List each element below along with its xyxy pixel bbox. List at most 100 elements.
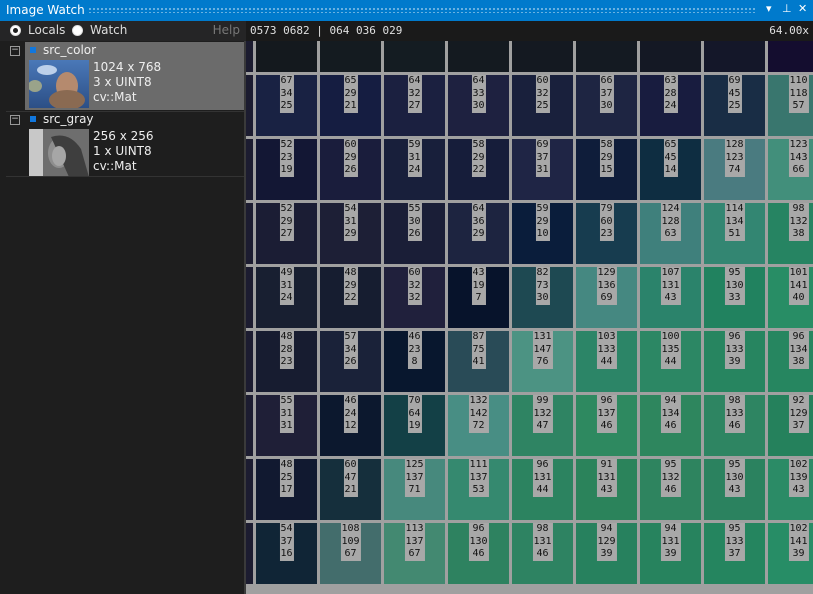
pixel-cell[interactable]: 96 130 46 [448, 523, 509, 584]
pixel-cell[interactable]: 46 24 12 [320, 395, 381, 456]
pixel-cell[interactable]: 63 28 24 [640, 75, 701, 136]
pixel-cell[interactable]: 3025 [256, 41, 317, 72]
pixel-cell[interactable]: 94 131 39 [640, 523, 701, 584]
pixel-cell[interactable]: 110 118 57 [768, 75, 813, 136]
close-icon[interactable]: ✕ [798, 2, 807, 15]
pixel-cell[interactable]: 98 133 46 [704, 395, 765, 456]
pixel-cell[interactable]: 82 73 30 [512, 267, 573, 328]
collapse-icon[interactable]: − [10, 115, 20, 125]
pixel-cell[interactable]: 3426 [576, 41, 637, 72]
pixel-cell[interactable] [246, 331, 253, 392]
pixel-cell[interactable]: 55 30 26 [384, 203, 445, 264]
pixel-cell[interactable]: 3624 [640, 41, 701, 72]
pixel-cell[interactable]: 96 133 39 [704, 331, 765, 392]
pixel-cell[interactable] [246, 523, 253, 584]
pixel-cell[interactable]: 64 33 30 [448, 75, 509, 136]
pixel-cell[interactable]: 95 132 46 [640, 459, 701, 520]
pixel-cell[interactable]: 60 32 32 [384, 267, 445, 328]
pixel-cell[interactable]: 98 131 46 [512, 523, 573, 584]
pixel-cell[interactable]: 59 31 24 [384, 139, 445, 200]
pixel-cell[interactable]: 96 131 44 [512, 459, 573, 520]
pixel-cell[interactable]: 125 137 71 [384, 459, 445, 520]
image-thumbnail[interactable] [29, 60, 89, 108]
pixel-cell[interactable]: 96 137 46 [576, 395, 637, 456]
pixel-cell[interactable]: 3428 [384, 41, 445, 72]
pixel-cell[interactable]: 60 47 21 [320, 459, 381, 520]
pixel-cell[interactable]: 48 28 23 [256, 331, 317, 392]
pixel-cell[interactable]: 113 137 67 [384, 523, 445, 584]
pixel-cell[interactable] [246, 139, 253, 200]
pixel-cell[interactable]: 124 128 63 [640, 203, 701, 264]
pixel-cell[interactable]: 100 135 44 [640, 331, 701, 392]
pixel-cell[interactable]: 67 34 25 [256, 75, 317, 136]
help-link[interactable]: Help [213, 23, 240, 37]
pixel-cell[interactable]: 131 147 76 [512, 331, 573, 392]
pixel-cell[interactable]: 66 37 30 [576, 75, 637, 136]
pixel-cell[interactable]: 55 31 31 [256, 395, 317, 456]
pixel-cell[interactable]: 123 143 66 [768, 139, 813, 200]
watch-label[interactable]: Watch [90, 23, 127, 37]
pixel-cell[interactable]: 128 123 74 [704, 139, 765, 200]
pixel-cell[interactable]: 49 31 24 [256, 267, 317, 328]
variable-item-src-gray[interactable]: − src_gray 256 x 256 1 x UINT8 cv::Mat [0, 111, 246, 179]
pixel-cell[interactable]: 95 130 43 [704, 459, 765, 520]
pixel-cell[interactable]: 60 32 25 [512, 75, 573, 136]
watch-radio[interactable] [72, 25, 83, 36]
pixel-cell[interactable]: 111 137 53 [448, 459, 509, 520]
pixel-cell[interactable]: 4713 [768, 41, 813, 72]
pixel-cell[interactable]: 48 29 22 [320, 267, 381, 328]
pixel-cell[interactable]: 58 29 22 [448, 139, 509, 200]
pixel-cell[interactable]: 91 131 43 [576, 459, 637, 520]
pixel-cell[interactable]: 54 37 16 [256, 523, 317, 584]
pixel-cell[interactable]: 52 29 27 [256, 203, 317, 264]
pixel-cell[interactable]: 48 25 17 [256, 459, 317, 520]
pixel-cell[interactable]: 46 23 8 [384, 331, 445, 392]
pixel-grid[interactable]: 302532273428322633253426362441234713 6734… [246, 41, 813, 594]
collapse-icon[interactable]: − [10, 46, 20, 56]
pixel-cell[interactable]: 58 29 15 [576, 139, 637, 200]
pixel-cell[interactable]: 114 134 51 [704, 203, 765, 264]
pixel-cell[interactable]: 87 75 41 [448, 331, 509, 392]
locals-radio[interactable] [10, 25, 21, 36]
pixel-cell[interactable] [246, 75, 253, 136]
pixel-cell[interactable]: 64 32 27 [384, 75, 445, 136]
pixel-cell[interactable] [246, 203, 253, 264]
pixel-cell[interactable] [246, 41, 253, 72]
pixel-cell[interactable]: 94 129 39 [576, 523, 637, 584]
pixel-cell[interactable]: 65 45 14 [640, 139, 701, 200]
pixel-cell[interactable]: 3226 [448, 41, 509, 72]
pixel-cell[interactable]: 107 131 43 [640, 267, 701, 328]
pixel-cell[interactable]: 79 60 23 [576, 203, 637, 264]
pixel-cell[interactable]: 99 132 47 [512, 395, 573, 456]
pixel-cell[interactable]: 64 36 29 [448, 203, 509, 264]
pixel-cell[interactable] [246, 267, 253, 328]
pixel-cell[interactable]: 4123 [704, 41, 765, 72]
pin-icon[interactable]: ⊥ [782, 2, 792, 15]
pixel-cell[interactable]: 54 31 29 [320, 203, 381, 264]
pixel-cell[interactable] [246, 395, 253, 456]
pixel-cell[interactable]: 132 142 72 [448, 395, 509, 456]
variable-item-src-color[interactable]: − src_color 1024 x 768 3 x UINT8 cv::Mat [0, 42, 246, 110]
pixel-cell[interactable]: 129 136 69 [576, 267, 637, 328]
pixel-cell[interactable]: 60 29 26 [320, 139, 381, 200]
pixel-cell[interactable]: 102 139 43 [768, 459, 813, 520]
pixel-cell[interactable]: 102 141 39 [768, 523, 813, 584]
pixel-cell[interactable]: 3325 [512, 41, 573, 72]
pixel-cell[interactable]: 59 29 10 [512, 203, 573, 264]
pixel-cell[interactable]: 94 134 46 [640, 395, 701, 456]
pixel-cell[interactable]: 98 132 38 [768, 203, 813, 264]
pixel-cell[interactable]: 69 45 25 [704, 75, 765, 136]
pixel-cell[interactable]: 57 34 26 [320, 331, 381, 392]
pixel-cell[interactable]: 65 29 21 [320, 75, 381, 136]
pixel-cell[interactable]: 95 130 33 [704, 267, 765, 328]
image-thumbnail[interactable] [29, 129, 89, 177]
pixel-cell[interactable]: 92 129 37 [768, 395, 813, 456]
pixel-cell[interactable]: 95 133 37 [704, 523, 765, 584]
pixel-cell[interactable]: 103 133 44 [576, 331, 637, 392]
locals-label[interactable]: Locals [28, 23, 65, 37]
pixel-cell[interactable]: 3227 [320, 41, 381, 72]
pixel-cell[interactable]: 43 19 7 [448, 267, 509, 328]
pixel-cell[interactable]: 70 64 19 [384, 395, 445, 456]
pixel-cell[interactable]: 108 109 67 [320, 523, 381, 584]
pixel-cell[interactable] [246, 459, 253, 520]
